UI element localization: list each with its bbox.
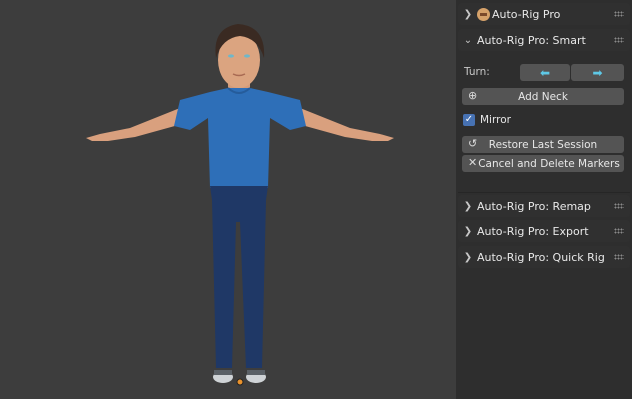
panel-header-remap[interactable]: ❯ Auto-Rig Pro: Remap	[458, 195, 630, 217]
turn-left-icon: ⬅	[539, 65, 551, 80]
chevron-right-icon: ❯	[463, 8, 473, 20]
add-neck-button[interactable]: ⊕ Add Neck	[462, 88, 624, 105]
panel-header-label: Auto-Rig Pro: Remap	[477, 199, 591, 213]
cancel-label: Cancel and Delete Markers	[478, 157, 620, 170]
shirt	[174, 88, 306, 188]
chevron-down-icon: ⌄	[463, 34, 473, 46]
chevron-right-icon: ❯	[463, 225, 473, 237]
panel-header-label: Auto-Rig Pro	[492, 7, 561, 21]
drag-handle-icon[interactable]	[614, 11, 624, 17]
close-icon: ✕	[468, 156, 478, 169]
panel-header-label: Auto-Rig Pro: Export	[477, 224, 589, 238]
panel-header-label: Auto-Rig Pro: Smart	[477, 33, 586, 47]
panel-header-auto-rig-pro[interactable]: ❯ Auto-Rig Pro	[458, 3, 630, 25]
panel-header-smart[interactable]: ⌄ Auto-Rig Pro: Smart	[458, 29, 630, 51]
restore-last-session-button[interactable]: ↺ Restore Last Session	[462, 136, 624, 153]
panel-header-quick-rig[interactable]: ❯ Auto-Rig Pro: Quick Rig	[458, 246, 630, 268]
drag-handle-icon[interactable]	[614, 254, 624, 260]
pants	[210, 186, 268, 368]
armature-icon	[477, 7, 490, 21]
cancel-delete-markers-button[interactable]: ✕ Cancel and Delete Markers	[462, 155, 624, 172]
drag-handle-icon[interactable]	[614, 203, 624, 209]
add-icon: ⊕	[468, 89, 478, 102]
chevron-right-icon: ❯	[463, 200, 473, 212]
history-icon: ↺	[468, 137, 478, 150]
mirror-label: Mirror	[480, 114, 511, 126]
divider	[458, 192, 630, 193]
3d-viewport[interactable]	[0, 0, 456, 399]
right-arm	[298, 108, 394, 141]
panel-header-export[interactable]: ❯ Auto-Rig Pro: Export	[458, 220, 630, 242]
left-arm	[86, 108, 182, 141]
origin-point	[236, 378, 244, 386]
drag-handle-icon[interactable]	[614, 228, 624, 234]
chevron-right-icon: ❯	[463, 251, 473, 263]
restore-label: Restore Last Session	[488, 138, 598, 151]
turn-right-button[interactable]: ➡	[571, 64, 624, 81]
character-model	[86, 24, 394, 386]
add-neck-label: Add Neck	[518, 90, 568, 103]
sidebar-panel: ❯ Auto-Rig Pro ⌄ Auto-Rig Pro: Smart Tur…	[456, 0, 632, 399]
drag-handle-icon[interactable]	[614, 37, 624, 43]
turn-label: Turn:	[464, 66, 490, 78]
turn-right-icon: ➡	[592, 65, 603, 80]
panel-header-label: Auto-Rig Pro: Quick Rig	[477, 250, 605, 264]
turn-left-button[interactable]: ⬅	[520, 64, 570, 81]
mirror-checkbox[interactable]: ✓	[463, 114, 475, 126]
